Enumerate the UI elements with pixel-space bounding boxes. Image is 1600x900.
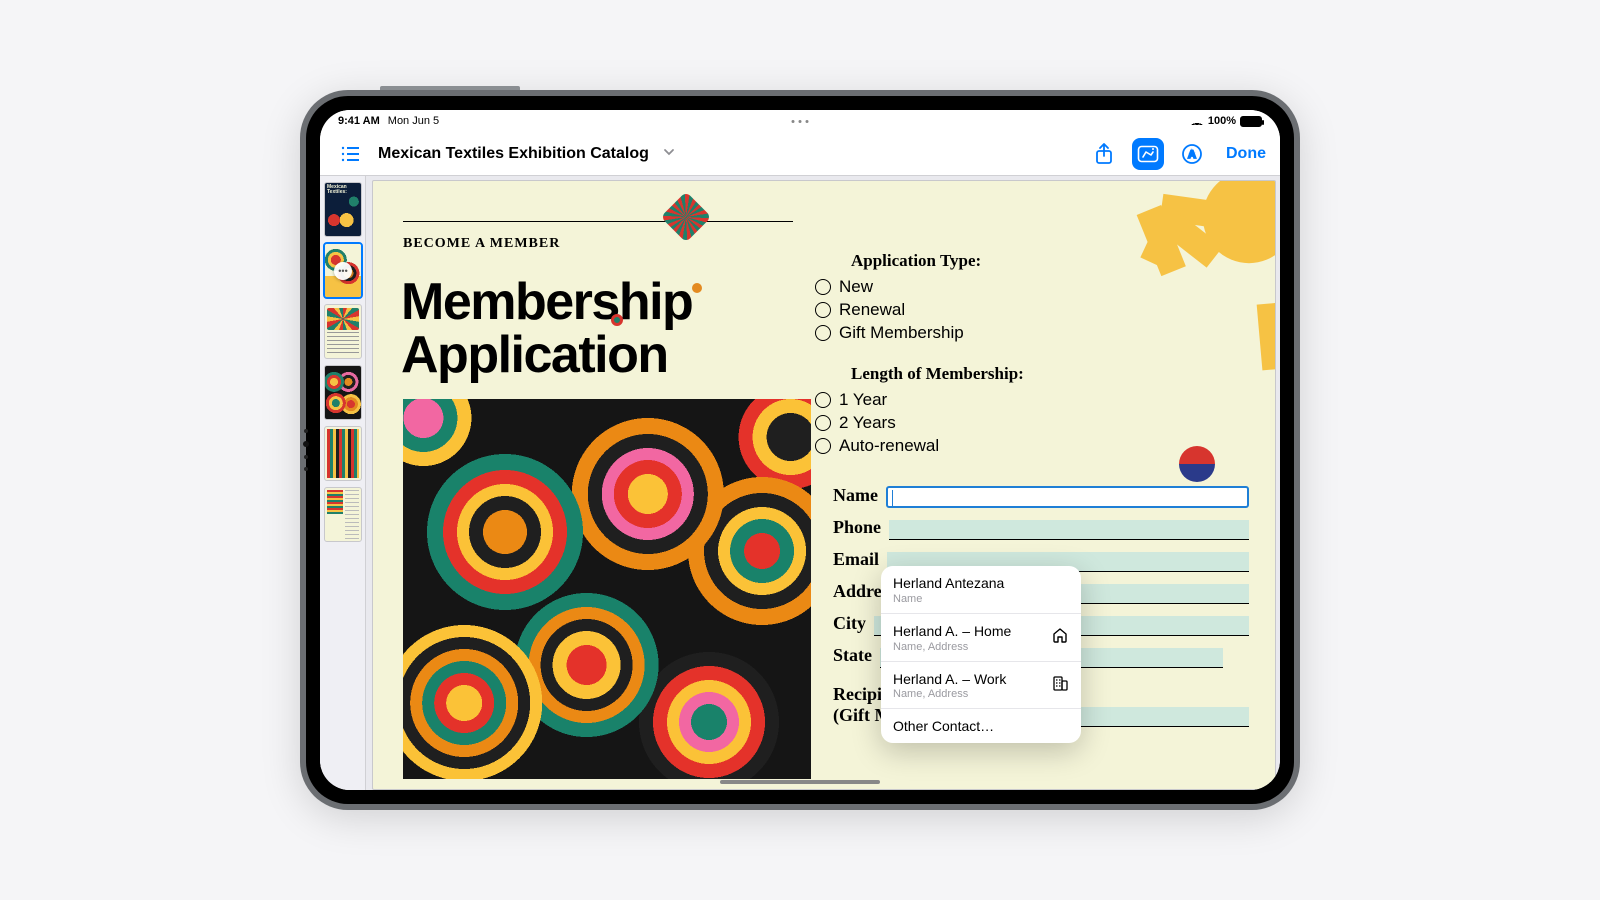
- battery-percent: 100%: [1208, 115, 1236, 127]
- pdf-page[interactable]: BECOME A MEMBER Membership Application A…: [372, 180, 1276, 790]
- chevron-down-icon[interactable]: [663, 146, 675, 161]
- page-heading: Membership Application: [401, 276, 702, 382]
- state-label: State: [833, 645, 872, 666]
- radio-option-2years[interactable]: 2 Years: [815, 413, 1249, 433]
- page-thumbnail[interactable]: [324, 426, 362, 481]
- name-label: Name: [833, 485, 878, 506]
- dot-icon: [611, 314, 623, 326]
- app-toolbar: Mexican Textiles Exhibition Catalog A Do: [320, 132, 1280, 176]
- page-thumbnail[interactable]: [324, 487, 362, 542]
- name-input[interactable]: [886, 486, 1249, 508]
- autofill-suggestion[interactable]: Herland A. – WorkName, Address: [881, 662, 1081, 710]
- zip-input[interactable]: [1073, 648, 1223, 668]
- textile-artwork: [403, 399, 811, 779]
- radio-option-1year[interactable]: 1 Year: [815, 390, 1249, 410]
- page-thumbnails-sidebar: •••: [320, 176, 366, 790]
- email-label: Email: [833, 549, 879, 570]
- home-indicator[interactable]: [720, 780, 880, 784]
- screen: 9:41 AM Mon Jun 5 100% Mexican Te: [320, 110, 1280, 790]
- page-thumbnail[interactable]: [324, 182, 362, 237]
- sidebar-toggle-icon[interactable]: [334, 138, 366, 170]
- status-time: 9:41 AM: [338, 115, 380, 127]
- markup-icon[interactable]: [1132, 138, 1164, 170]
- dot-icon: [692, 283, 702, 293]
- ipad-hardware-frame: 9:41 AM Mon Jun 5 100% Mexican Te: [300, 90, 1300, 810]
- city-label: City: [833, 613, 866, 634]
- status-bar: 9:41 AM Mon Jun 5 100%: [320, 110, 1280, 132]
- autofill-contact-popover: Herland AntezanaName Herland A. – HomeNa…: [881, 566, 1081, 743]
- radio-icon: [815, 438, 831, 454]
- autofill-suggestion[interactable]: Herland A. – HomeName, Address: [881, 614, 1081, 662]
- share-icon[interactable]: [1088, 138, 1120, 170]
- svg-text:A: A: [1188, 149, 1196, 161]
- radio-icon: [815, 302, 831, 318]
- home-icon: [1051, 626, 1069, 649]
- annotation-badge-icon: •••: [334, 262, 352, 280]
- radio-option-auto[interactable]: Auto-renewal: [815, 436, 1249, 456]
- page-thumbnail[interactable]: [324, 365, 362, 420]
- radio-option-new[interactable]: New: [815, 277, 1249, 297]
- phone-input[interactable]: [889, 520, 1249, 540]
- membership-length-heading: Length of Membership:: [851, 364, 1249, 384]
- wifi-icon: [1190, 115, 1204, 128]
- radio-icon: [815, 325, 831, 341]
- page-thumbnail[interactable]: [324, 304, 362, 359]
- multitask-dots-icon[interactable]: [792, 120, 809, 123]
- building-icon: [1051, 674, 1069, 697]
- eyebrow-text: BECOME A MEMBER: [403, 236, 560, 252]
- radio-icon: [815, 392, 831, 408]
- search-circle-icon[interactable]: A: [1176, 138, 1208, 170]
- radio-option-gift[interactable]: Gift Membership: [815, 323, 1249, 343]
- phone-label: Phone: [833, 517, 881, 538]
- radio-icon: [815, 415, 831, 431]
- diamond-graphic: [661, 192, 712, 243]
- radio-option-renewal[interactable]: Renewal: [815, 300, 1249, 320]
- page-thumbnail[interactable]: •••: [324, 243, 362, 298]
- radio-icon: [815, 279, 831, 295]
- battery-icon: [1240, 116, 1262, 127]
- status-date: Mon Jun 5: [388, 115, 439, 127]
- application-type-heading: Application Type:: [851, 251, 1249, 271]
- document-title[interactable]: Mexican Textiles Exhibition Catalog: [378, 145, 649, 163]
- done-button[interactable]: Done: [1226, 145, 1266, 163]
- autofill-suggestion[interactable]: Herland AntezanaName: [881, 566, 1081, 614]
- divider-line: [403, 221, 793, 222]
- autofill-other-contact[interactable]: Other Contact…: [881, 709, 1081, 743]
